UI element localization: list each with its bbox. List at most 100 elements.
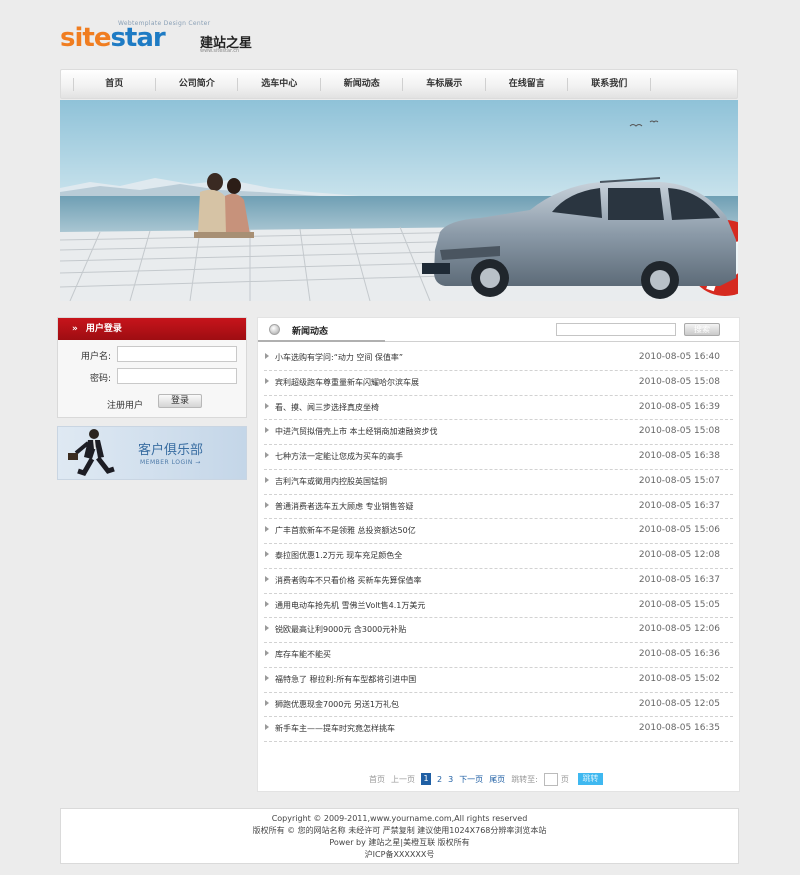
member-login-label: MEMBER LOGIN → xyxy=(140,459,201,466)
news-date: 2010-08-05 16:37 xyxy=(638,574,720,585)
pager-page-3[interactable]: 3 xyxy=(448,775,453,784)
news-date: 2010-08-05 12:05 xyxy=(638,698,720,709)
club-title: 客户俱乐部 xyxy=(138,443,204,458)
pager-next[interactable]: 下一页 xyxy=(459,774,483,785)
news-list: 小车选购有学问:“动力 空间 保值率” 2010-08-05 16:40 宾利超级跑… xyxy=(258,346,739,742)
news-title[interactable]: 中进汽贸拟借壳上市 本土经销商加速融资步伐 xyxy=(275,426,438,437)
news-item[interactable]: 宾利超级跑车尊重量新车闪耀哈尔滨车展 2010-08-05 15:08 xyxy=(264,371,733,396)
news-item[interactable]: 福特急了 穆拉利:所有车型都将引进中国 2010-08-05 15:02 xyxy=(264,668,733,693)
news-title[interactable]: 消费者购车不只看价格 买新车先算保值率 xyxy=(275,575,422,586)
pager-page-2[interactable]: 2 xyxy=(437,775,442,784)
news-date: 2010-08-05 16:39 xyxy=(638,401,720,412)
pager-jump-label: 跳转至: xyxy=(511,774,538,784)
news-title[interactable]: 看、摸、闻三步选择真皮坐椅 xyxy=(275,402,379,413)
news-title[interactable]: 普通消费者选车五大顾虑 专业销售答疑 xyxy=(275,501,414,512)
nav-item-home[interactable]: 首页 xyxy=(73,70,156,98)
register-link[interactable]: 注册用户 xyxy=(107,398,143,411)
news-date: 2010-08-05 15:08 xyxy=(638,426,720,437)
news-title[interactable]: 库存车能不能买 xyxy=(275,649,331,660)
search-button[interactable]: 搜索 xyxy=(684,323,720,336)
news-title[interactable]: 狮跑优惠现金7000元 另送1万礼包 xyxy=(275,699,399,710)
password-row: 密码: xyxy=(58,368,248,384)
triangle-bullet-icon xyxy=(265,526,269,533)
password-input[interactable] xyxy=(117,368,237,384)
news-date: 2010-08-05 15:05 xyxy=(638,599,720,610)
triangle-bullet-icon xyxy=(265,650,269,656)
triangle-bullet-icon xyxy=(265,600,269,607)
triangle-bullet-icon xyxy=(265,427,269,434)
site-logo[interactable]: Webtemplate Design Center sitestar 建站之星 … xyxy=(60,20,260,60)
news-title[interactable]: 福特急了 穆拉利:所有车型都将引进中国 xyxy=(275,674,416,685)
pager-jump-input[interactable] xyxy=(543,772,558,786)
triangle-bullet-icon xyxy=(265,724,269,731)
news-item[interactable]: 吉利汽车或徵用内控股英国锰铜 2010-08-05 15:07 xyxy=(264,470,733,495)
triangle-bullet-icon xyxy=(265,699,269,706)
search-input[interactable] xyxy=(556,323,676,336)
double-chevron-icon: » xyxy=(72,324,78,334)
pager-last[interactable]: 尾页 xyxy=(489,774,505,785)
pager-first[interactable]: 首页 xyxy=(369,774,385,785)
news-item[interactable]: 七种方法一定能让您成为买车的高手 2010-08-05 16:38 xyxy=(264,445,733,470)
news-panel: 新闻动态 搜索 小车选购有学问:“动力 空间 保值率” 2010-08-05 16… xyxy=(257,317,740,792)
news-title[interactable]: 锐欧最高让利9000元 含3000元补贴 xyxy=(275,624,406,635)
news-item[interactable]: 狮跑优惠现金7000元 另送1万礼包 2010-08-05 12:05 xyxy=(264,693,733,718)
news-title[interactable]: 宾利超级跑车尊重量新车闪耀哈尔滨车展 xyxy=(275,377,419,388)
triangle-bullet-icon xyxy=(265,575,269,582)
news-item[interactable]: 泰拉图优惠1.2万元 现车充足颜色全 2010-08-05 12:08 xyxy=(264,544,733,569)
logo-word-site: site xyxy=(60,23,111,53)
news-item[interactable]: 新手车主——提车时究竟怎样挑车 2010-08-05 16:35 xyxy=(264,717,733,742)
bullet-circle-icon xyxy=(269,324,280,335)
news-item[interactable]: 库存车能不能买 2010-08-05 16:36 xyxy=(264,643,733,668)
logo-url: www.sitestar.cn xyxy=(200,48,240,54)
news-panel-title: 新闻动态 xyxy=(292,327,329,337)
news-title[interactable]: 七种方法一定能让您成为买车的高手 xyxy=(275,451,403,462)
news-item[interactable]: 中进汽贸拟借壳上市 本土经销商加速融资步伐 2010-08-05 15:08 xyxy=(264,420,733,445)
pager-page-1[interactable]: 1 xyxy=(421,773,431,785)
news-item[interactable]: 看、摸、闻三步选择真皮坐椅 2010-08-05 16:39 xyxy=(264,396,733,421)
news-item[interactable]: 消费者购车不只看价格 买新车先算保值率 2010-08-05 16:37 xyxy=(264,569,733,594)
triangle-bullet-icon xyxy=(265,377,269,384)
login-panel-title: 用户登录 xyxy=(85,324,122,334)
header-underline xyxy=(258,340,385,342)
news-item[interactable]: 通用电动车抢先机 雪佛兰Volt售4.1万美元 2010-08-05 15:05 xyxy=(264,594,733,619)
pager-prev[interactable]: 上一页 xyxy=(391,774,415,785)
nav-item-about[interactable]: 公司简介 xyxy=(156,70,239,98)
news-panel-header: 新闻动态 搜索 xyxy=(258,318,739,342)
news-title[interactable]: 广丰首款新车不是领雅 总投资额达50亿 xyxy=(275,525,416,536)
news-date: 2010-08-05 15:08 xyxy=(638,376,720,387)
triangle-bullet-icon xyxy=(265,501,269,508)
footer-icp[interactable]: 沪ICP备XXXXXX号 xyxy=(61,849,738,861)
login-button[interactable]: 登录 xyxy=(158,394,202,408)
news-date: 2010-08-05 16:36 xyxy=(638,649,720,659)
banner-image xyxy=(60,100,738,301)
news-item[interactable]: 广丰首款新车不是领雅 总投资额达50亿 2010-08-05 15:06 xyxy=(264,519,733,544)
news-item[interactable]: 小车选购有学问:“动力 空间 保值率” 2010-08-05 16:40 xyxy=(264,346,733,371)
logo-wordmark: sitestar xyxy=(60,23,166,53)
news-title[interactable]: 新手车主——提车时究竟怎样挑车 xyxy=(275,723,395,734)
nav-item-cars[interactable]: 选车中心 xyxy=(238,70,321,98)
nav-item-guestbook[interactable]: 在线留言 xyxy=(486,70,569,98)
news-date: 2010-08-05 16:37 xyxy=(638,500,720,511)
footer-copyright: Copyright © 2009-2011,www.yourname.com,A… xyxy=(271,814,528,823)
news-title[interactable]: 吉利汽车或徵用内控股英国锰铜 xyxy=(275,476,387,487)
main-navigation: 首页 公司简介 选车中心 新闻动态 车标展示 在线留言 联系我们 xyxy=(60,69,738,99)
username-label: 用户名: xyxy=(80,352,111,362)
news-date: 2010-08-05 15:07 xyxy=(638,475,720,486)
triangle-bullet-icon xyxy=(265,452,269,458)
pager-go-button[interactable]: 跳转 xyxy=(577,773,603,785)
customer-club-banner[interactable]: 客户俱乐部 MEMBER LOGIN → xyxy=(57,426,247,480)
nav-item-logos[interactable]: 车标展示 xyxy=(403,70,486,98)
pager-page-unit: 页 xyxy=(560,774,569,784)
news-title[interactable]: 小车选购有学问:“动力 空间 保值率” xyxy=(275,352,403,363)
news-date: 2010-08-05 12:08 xyxy=(638,550,720,560)
nav-item-contact[interactable]: 联系我们 xyxy=(568,70,651,98)
news-title[interactable]: 泰拉图优惠1.2万元 现车充足颜色全 xyxy=(275,550,402,561)
news-date: 2010-08-05 16:38 xyxy=(638,451,720,461)
triangle-bullet-icon xyxy=(265,674,269,681)
username-input[interactable] xyxy=(117,346,237,362)
businessman-running-icon xyxy=(68,429,115,477)
news-item[interactable]: 锐欧最高让利9000元 含3000元补贴 2010-08-05 12:06 xyxy=(264,618,733,643)
news-title[interactable]: 通用电动车抢先机 雪佛兰Volt售4.1万美元 xyxy=(275,600,425,611)
news-item[interactable]: 普通消费者选车五大顾虑 专业销售答疑 2010-08-05 16:37 xyxy=(264,495,733,520)
nav-item-news[interactable]: 新闻动态 xyxy=(321,70,404,98)
